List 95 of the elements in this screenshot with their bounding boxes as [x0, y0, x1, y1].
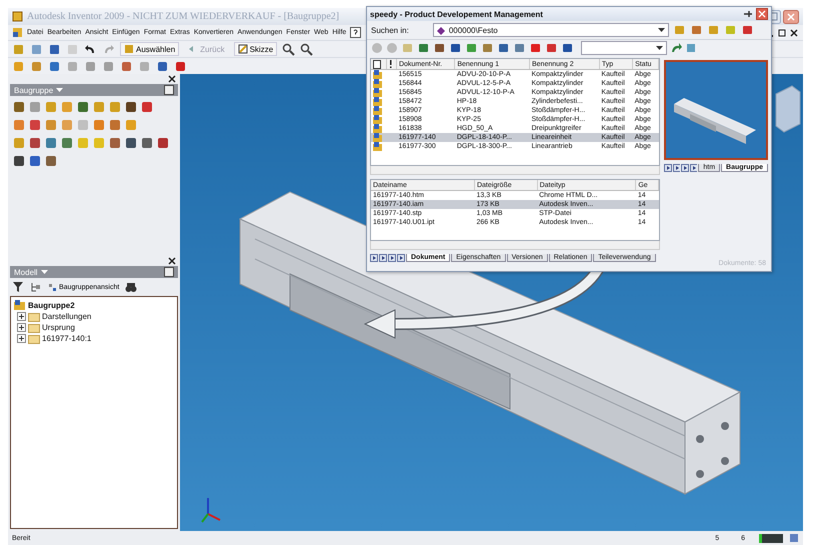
expander-icon[interactable] [17, 323, 26, 332]
tool-icon[interactable] [12, 154, 26, 168]
view-cube-icon[interactable] [776, 85, 800, 133]
filter-icon[interactable] [12, 281, 24, 293]
tool-icon[interactable] [174, 60, 187, 72]
tree-icon[interactable] [30, 281, 42, 293]
zoom-icon[interactable] [300, 42, 314, 56]
assembly-icon [373, 115, 382, 124]
pencil-icon [238, 44, 248, 54]
tool-icon[interactable] [28, 154, 42, 168]
tool-icon[interactable] [545, 42, 558, 54]
tool-icon[interactable] [44, 154, 58, 168]
tool-icon[interactable] [124, 100, 138, 114]
select-button[interactable]: Auswählen [120, 42, 180, 56]
assembly-icon [373, 106, 382, 115]
nav-arrow-icon[interactable] [370, 254, 378, 262]
nav-arrow-icon[interactable] [388, 254, 396, 262]
document-icon[interactable] [12, 27, 23, 38]
undo-icon[interactable] [84, 42, 97, 56]
tool-icon[interactable] [561, 42, 574, 54]
tool-icon[interactable] [60, 136, 74, 150]
nav-arrow-icon[interactable] [690, 164, 698, 172]
tool-icon[interactable] [417, 42, 430, 54]
tool-icon[interactable] [740, 24, 754, 36]
help-icon[interactable] [164, 267, 174, 277]
tool-icon[interactable] [12, 100, 26, 114]
nav-arrow-icon[interactable] [664, 164, 672, 172]
mounting-holes-drawing [696, 422, 729, 478]
tree-item[interactable]: Baugruppe2 [28, 301, 75, 310]
panel-title: Baugruppe [14, 86, 54, 94]
tool-icon[interactable] [44, 136, 58, 150]
tree-item[interactable]: Ursprung [42, 323, 75, 332]
tool-icon[interactable] [529, 42, 542, 54]
nav-arrow-icon[interactable] [681, 164, 689, 172]
help-icon[interactable] [164, 85, 174, 95]
sketch-button[interactable]: Skizze [234, 42, 278, 56]
folder-icon [28, 322, 40, 333]
restore-icon[interactable] [777, 28, 787, 38]
tool-icon[interactable] [108, 136, 122, 150]
tool-icon[interactable] [140, 100, 154, 114]
assembly-icon [373, 70, 382, 79]
refresh-icon[interactable] [670, 42, 682, 54]
zoom-icon[interactable] [282, 42, 296, 56]
close-icon[interactable] [168, 75, 176, 83]
nav-arrow-icon[interactable] [397, 254, 405, 262]
status-indicator-icon [759, 534, 783, 542]
assembly-icon [14, 300, 26, 311]
help-icon[interactable] [350, 27, 362, 38]
folder-icon [28, 333, 40, 344]
assembly-icon [373, 124, 382, 133]
horizontal-scrollbar[interactable] [370, 166, 660, 175]
caret-icon [56, 88, 64, 92]
tool-icon[interactable] [76, 100, 90, 114]
tool-icon[interactable] [48, 42, 61, 56]
search-path-field[interactable]: 000000\Festo [432, 23, 669, 37]
view-icon [48, 282, 57, 292]
cursor-icon [124, 44, 134, 54]
binoculars-icon[interactable] [125, 281, 138, 293]
tool-icon[interactable] [156, 60, 169, 72]
search-field[interactable] [581, 41, 667, 55]
axis-triad-icon [201, 498, 220, 523]
tool-icon[interactable] [124, 136, 138, 150]
tool-icon[interactable] [28, 136, 42, 150]
panel-title: Modell [14, 268, 38, 276]
tree-item[interactable]: 161977-140:1 [42, 334, 92, 343]
window-title: speedy - Product Developement Management [370, 10, 543, 18]
network-icon [789, 533, 799, 543]
caret-icon[interactable] [655, 44, 664, 52]
assembly-icon [373, 88, 382, 97]
tool-icon[interactable] [497, 42, 510, 54]
tool-icon[interactable] [48, 60, 61, 72]
caret-icon [40, 270, 48, 274]
horizontal-scrollbar[interactable] [370, 241, 660, 250]
assembly-icon [373, 97, 382, 106]
tool-icon[interactable] [449, 42, 462, 54]
app-logo-icon [12, 11, 23, 22]
assembly-icon [373, 79, 382, 88]
search-label: Suchen in: [371, 26, 409, 34]
nav-arrow-icon[interactable] [672, 164, 680, 172]
assembly-icon [373, 133, 382, 142]
tool-icon[interactable] [156, 136, 170, 150]
tool-icon[interactable] [28, 118, 42, 132]
nav-arrow-icon[interactable] [379, 254, 387, 262]
window-title: Autodesk Inventor 2009 - NICHT ZUM WIEDERVERKAUF - [Baugruppe2] [27, 11, 340, 22]
flag-icon [389, 60, 392, 68]
tool-icon[interactable] [433, 42, 446, 54]
expander-icon[interactable] [17, 334, 26, 343]
assembly-icon [373, 142, 382, 151]
pin-icon[interactable] [743, 9, 753, 19]
folder-icon [28, 311, 40, 322]
close-icon[interactable] [168, 257, 176, 265]
expander-icon[interactable] [17, 312, 26, 321]
close-icon[interactable] [789, 28, 799, 38]
tree-item[interactable]: Darstellungen [42, 312, 92, 321]
tool-icon[interactable] [140, 136, 154, 150]
